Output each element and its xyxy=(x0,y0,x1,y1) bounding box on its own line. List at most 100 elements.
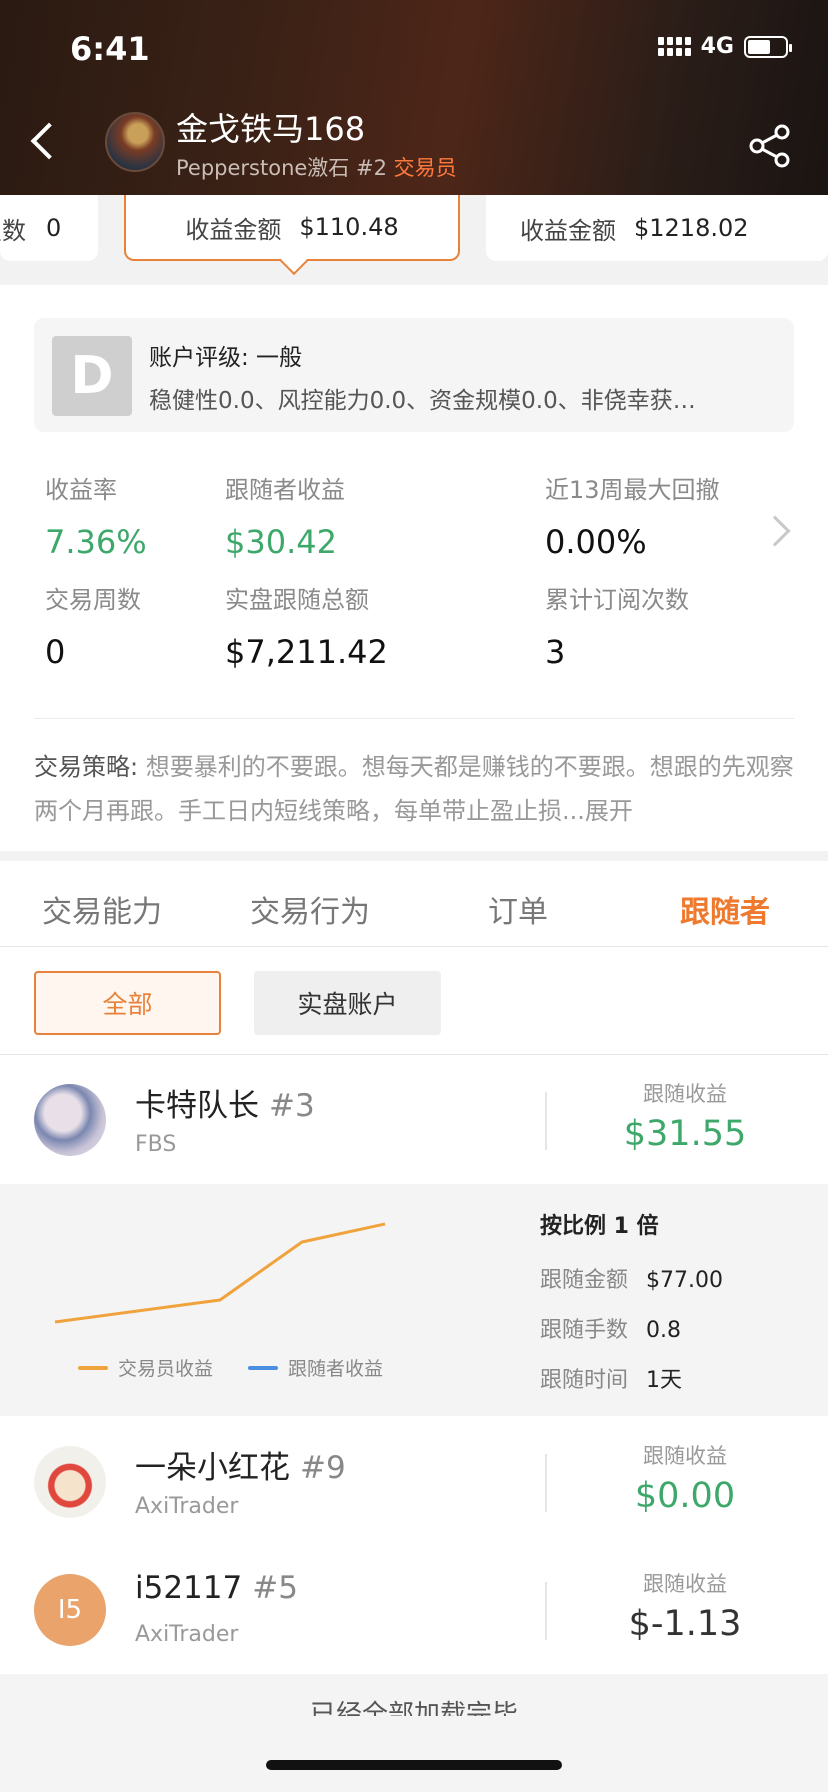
legend-label: 交易员收益 xyxy=(118,1358,214,1380)
follower-broker: AxiTrader xyxy=(135,1494,239,1519)
stat-label: 交易周数 xyxy=(45,586,141,614)
follower-broker: FBS xyxy=(135,1132,177,1157)
follow-amount-value: $77.00 xyxy=(646,1268,723,1293)
follow-ratio: 按比例 1 倍 xyxy=(540,1214,659,1239)
stat-value: 0.00% xyxy=(545,523,647,561)
follow-amount-label: 跟随金额 xyxy=(540,1268,629,1293)
follower-name-line: 卡特队长 #3 xyxy=(135,1080,315,1125)
share-icon[interactable] xyxy=(748,124,792,168)
rating-grade-badge: D xyxy=(52,336,132,416)
tab-followers[interactable]: 跟随者 xyxy=(680,887,770,931)
summary-card-selected[interactable]: 收益金额 $110.48 xyxy=(124,195,460,276)
all-loaded-text: 已经全部加载完毕 xyxy=(309,1700,518,1716)
legend-swatch xyxy=(78,1365,108,1370)
trader-avatar[interactable] xyxy=(105,112,165,172)
follow-profit-value: $31.55 xyxy=(623,1114,747,1154)
tab-trading-ability[interactable]: 交易能力 xyxy=(42,887,162,931)
legend-trader: 交易员收益 xyxy=(78,1354,213,1381)
follow-time-value: 1天 xyxy=(646,1368,683,1393)
follower-detail-panel: 交易员收益 跟随者收益 按比例 1 倍 跟随金额 $77.00 跟随手数 0.8 跟… xyxy=(0,1184,828,1416)
trader-role: 交易员 xyxy=(393,156,457,180)
tab-orders[interactable]: 订单 xyxy=(488,887,548,931)
trader-rank: #2 xyxy=(356,156,387,180)
stat-value: 0 xyxy=(45,633,66,671)
filter-all-button[interactable]: 全部 xyxy=(34,971,221,1035)
follower-name-line: 一朵小红花 #9 xyxy=(135,1442,346,1487)
follow-profit-label: 跟随收益 xyxy=(643,1082,727,1106)
home-indicator[interactable] xyxy=(266,1760,562,1770)
stat-label: 跟随者收益 xyxy=(225,476,345,504)
follower-row[interactable]: 一朵小红花 #9 AxiTrader 跟随收益 $0.00 xyxy=(0,1418,828,1546)
follower-name: i52117 xyxy=(135,1570,243,1606)
follower-rank: #5 xyxy=(252,1570,298,1606)
follower-name: 一朵小红花 xyxy=(135,1450,290,1486)
chevron-right-icon[interactable] xyxy=(759,515,791,547)
follower-avatar xyxy=(34,1084,106,1156)
follower-avatar xyxy=(34,1446,106,1518)
strategy-label: 交易策略: xyxy=(34,753,139,781)
network-type: 4G xyxy=(700,34,734,59)
follower-row[interactable]: 卡特队长 #3 FBS 跟随收益 $31.55 xyxy=(0,1056,828,1184)
avatar-initials: I5 xyxy=(57,1595,83,1625)
trading-strategy: 交易策略: 想要暴利的不要跟。想每天都是赚钱的不要跟。想跟的先观察两个月再跟。手… xyxy=(34,745,796,833)
section-gap xyxy=(0,851,828,861)
stat-return-rate: 收益率 7.36% xyxy=(45,470,147,561)
stat-subscriptions: 累计订阅次数 3 xyxy=(545,580,689,671)
stat-value: 7.36% xyxy=(45,523,147,561)
card-pointer xyxy=(279,246,309,276)
stat-value: 3 xyxy=(545,633,566,671)
summary-card-right[interactable]: 收益金额 $1218.02 xyxy=(486,195,828,261)
battery-icon xyxy=(744,35,792,58)
stat-label: 收益率 xyxy=(45,476,117,504)
trader-name: 金戈铁马168 xyxy=(176,110,366,148)
expand-link[interactable]: 展开 xyxy=(585,797,633,825)
follow-time-line: 跟随时间 1天 xyxy=(540,1362,682,1394)
divider xyxy=(34,718,794,719)
tab-trading-behavior[interactable]: 交易行为 xyxy=(250,887,370,931)
follow-lots-line: 跟随手数 0.8 xyxy=(540,1312,681,1344)
stat-label: 累计订阅次数 xyxy=(545,586,689,614)
strategy-text: 想要暴利的不要跟。想每天都是赚钱的不要跟。想跟的先观察两个月再跟。手工日内短线策… xyxy=(34,753,794,825)
card-label: 点数 xyxy=(0,216,26,245)
card-label: 收益金额 xyxy=(185,215,282,244)
follow-profit-value: $0.00 xyxy=(634,1476,736,1516)
follower-rank: #9 xyxy=(300,1450,346,1486)
signal-icon xyxy=(657,37,691,56)
follow-amount-line: 跟随金额 $77.00 xyxy=(540,1262,723,1294)
trader-profit-line xyxy=(54,1222,386,1324)
follow-profit-label: 跟随收益 xyxy=(643,1572,727,1596)
legend-swatch xyxy=(248,1365,278,1370)
section-tabs: 交易能力 交易行为 订单 跟随者 xyxy=(0,861,828,947)
follower-rank: #3 xyxy=(269,1088,315,1124)
profile-header: 6:41 4G 金戈铁马168 Pepperstone激石 #2 交易员 xyxy=(0,0,828,195)
follower-filters: 全部 实盘账户 xyxy=(0,947,828,1055)
stat-trade-weeks: 交易周数 0 xyxy=(45,580,141,671)
follower-row[interactable]: I5 i52117 #5 AxiTrader 跟随收益 $-1.13 xyxy=(0,1546,828,1674)
card-value: 0 xyxy=(46,214,62,242)
follower-name-line: i52117 #5 xyxy=(135,1570,298,1606)
status-indicators: 4G xyxy=(657,34,792,59)
rating-title: 账户评级: 一般 xyxy=(149,345,303,371)
follower-avatar: I5 xyxy=(34,1574,106,1646)
stat-value: $30.42 xyxy=(225,523,337,561)
legend-label: 跟随者收益 xyxy=(288,1358,384,1380)
filter-live-button[interactable]: 实盘账户 xyxy=(254,971,441,1035)
card-label: 收益金额 xyxy=(520,216,616,245)
follow-profit-value: $-1.13 xyxy=(628,1604,742,1644)
stat-follower-profit: 跟随者收益 $30.42 xyxy=(225,470,345,561)
stat-label: 实盘跟随总额 xyxy=(225,586,369,614)
legend-follower: 跟随者收益 xyxy=(248,1354,383,1381)
account-rating[interactable]: D 账户评级: 一般 稳健性0.0、风控能力0.0、资金规模0.0、非侥幸获… xyxy=(34,318,794,432)
summary-cards: 点数 0 收益金额 $110.48 收益金额 $1218.02 xyxy=(0,195,828,285)
follow-profit-label: 跟随收益 xyxy=(643,1444,727,1468)
trader-broker: Pepperstone激石 xyxy=(176,156,350,180)
list-footer xyxy=(0,1674,828,1792)
summary-card-left[interactable]: 点数 0 xyxy=(0,195,98,261)
divider xyxy=(545,1582,547,1640)
stat-label: 近13周最大回撤 xyxy=(545,476,720,504)
stat-max-drawdown: 近13周最大回撤 0.00% xyxy=(545,470,720,561)
follow-lots-value: 0.8 xyxy=(646,1318,682,1343)
back-arrow-icon[interactable] xyxy=(26,118,66,168)
follower-broker: AxiTrader xyxy=(135,1622,239,1647)
follow-time-label: 跟随时间 xyxy=(540,1368,629,1393)
